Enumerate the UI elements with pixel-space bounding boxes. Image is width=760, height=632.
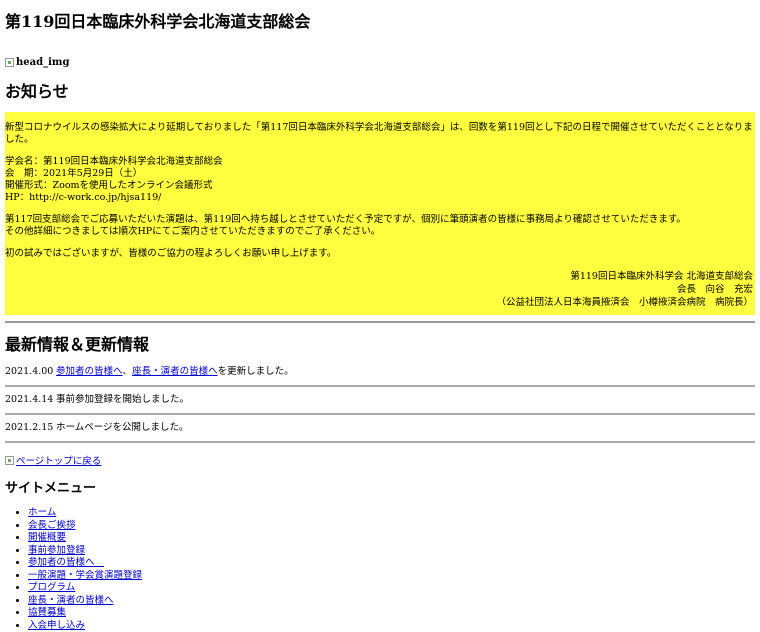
menu-item: ホーム bbox=[28, 507, 755, 520]
notice-paragraph-1: 新型コロナウイルスの感染拡大により延期しておりました「第117回日本臨床外科学会… bbox=[5, 122, 755, 146]
info-line: 開催形式：Zoomを使用したオンライン会議形式 bbox=[5, 180, 213, 191]
menu-link-registration[interactable]: 事前参加登録 bbox=[28, 545, 85, 556]
info-line: HP：http://c-work.co.jp/hjsa119/ bbox=[5, 192, 161, 203]
menu-item: プログラム bbox=[28, 582, 755, 595]
notice-paragraph-3: 第117回支部総会でご応募いただいた演題は、第119回へ持ち越しとさせていただく… bbox=[5, 214, 755, 238]
notice-signature: 第119回日本臨床外科学会 北海道支部総会 会長 向谷 充宏 （公益社団法人日本… bbox=[5, 270, 755, 309]
back-to-top-link[interactable]: ページトップに戻る bbox=[16, 453, 101, 467]
info-line: 会 期：2021年5月29日（土） bbox=[5, 168, 142, 179]
menu-item: 座長・演者の皆様へ bbox=[28, 595, 755, 608]
notice-heading: お知らせ bbox=[5, 82, 755, 102]
news-text: ホームページを公開しました。 bbox=[56, 422, 189, 433]
menu-link-sponsors[interactable]: 協賛募集 bbox=[28, 607, 66, 618]
menu-link-abstracts[interactable]: 一般演題・学会賞演題登録 bbox=[28, 570, 142, 581]
menu-link-home[interactable]: ホーム bbox=[28, 507, 56, 518]
head-image: head_img bbox=[5, 56, 755, 68]
news-item: 2021.4.14 事前参加登録を開始しました。 bbox=[5, 391, 755, 415]
news-list: 2021.4.00 参加者の皆様へ、座長・演者の皆様へを更新しました。 2021… bbox=[5, 363, 755, 443]
signature-line: 第119回日本臨床外科学会 北海道支部総会 bbox=[5, 270, 753, 283]
menu-item: 開催概要 bbox=[28, 532, 755, 545]
notice-info: 学会名：第119回日本臨床外科学会北海道支部総会 会 期：2021年5月29日（… bbox=[5, 156, 755, 204]
menu-item: 入会申し込み bbox=[28, 620, 755, 632]
broken-image-icon bbox=[5, 456, 14, 465]
notice-text: 第117回支部総会でご応募いただいた演題は、第119回へ持ち越しとさせていただく… bbox=[5, 214, 686, 225]
info-line: 学会名：第119回日本臨床外科学会北海道支部総会 bbox=[5, 156, 223, 167]
news-text: を更新しました。 bbox=[218, 366, 294, 377]
menu-link-membership[interactable]: 入会申し込み bbox=[28, 620, 85, 631]
divider bbox=[5, 321, 755, 323]
menu-link-program[interactable]: プログラム bbox=[28, 582, 75, 593]
menu-link-greeting[interactable]: 会長ご挨拶 bbox=[28, 520, 76, 531]
menu-link-chairs-speakers[interactable]: 座長・演者の皆様へ bbox=[28, 595, 114, 606]
news-link-participants[interactable]: 参加者の皆様へ bbox=[56, 366, 123, 377]
menu-link-participants[interactable]: 参加者の皆様へ bbox=[28, 557, 104, 568]
site-menu: ホーム 会長ご挨拶 開催概要 事前参加登録 参加者の皆様へ 一般演題・学会賞演題… bbox=[5, 507, 755, 632]
menu-item: 会長ご挨拶 bbox=[28, 520, 755, 533]
broken-image-icon bbox=[5, 58, 14, 67]
news-item: 2021.4.00 参加者の皆様へ、座長・演者の皆様へを更新しました。 bbox=[5, 363, 755, 387]
menu-item: 協賛募集 bbox=[28, 607, 755, 620]
head-image-alt: head_img bbox=[16, 57, 69, 68]
notice-text: その他詳細につきましては順次HPにてご案内させていただきますのでご了承ください。 bbox=[5, 226, 380, 237]
back-to-top: ページトップに戻る bbox=[5, 453, 755, 467]
news-date: 2021.2.15 bbox=[5, 422, 53, 434]
menu-item: 一般演題・学会賞演題登録 bbox=[28, 570, 755, 583]
menu-item: 事前参加登録 bbox=[28, 545, 755, 558]
news-text: 事前参加登録を開始しました。 bbox=[56, 394, 189, 405]
page-title: 第119回日本臨床外科学会北海道支部総会 bbox=[5, 0, 755, 32]
notice-paragraph-4: 初の試みではございますが、皆様のご協力の程よろしくお願い申し上げます。 bbox=[5, 248, 755, 260]
signature-line: 会長 向谷 充宏 bbox=[5, 283, 753, 296]
news-link-chairs-speakers[interactable]: 座長・演者の皆様へ bbox=[132, 366, 218, 377]
news-date: 2021.4.00 bbox=[5, 366, 53, 378]
menu-link-overview[interactable]: 開催概要 bbox=[28, 532, 66, 543]
news-separator: 、 bbox=[123, 366, 133, 377]
news-item: 2021.2.15 ホームページを公開しました。 bbox=[5, 419, 755, 443]
signature-line: （公益社団法人日本海員掖済会 小樽掖済会病院 病院長） bbox=[5, 296, 753, 309]
news-heading: 最新情報＆更新情報 bbox=[5, 335, 755, 355]
site-menu-heading: サイトメニュー bbox=[5, 479, 755, 499]
notice-box: 新型コロナウイルスの感染拡大により延期しておりました「第117回日本臨床外科学会… bbox=[5, 112, 755, 315]
news-date: 2021.4.14 bbox=[5, 394, 53, 406]
menu-item: 参加者の皆様へ bbox=[28, 557, 755, 570]
